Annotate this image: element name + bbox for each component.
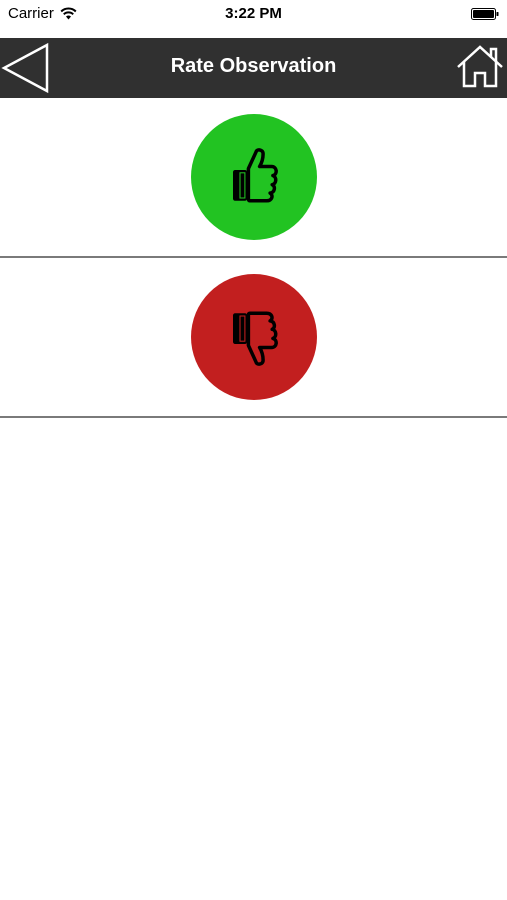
navigation-bar: Rate Observation <box>0 38 507 98</box>
rating-row-thumbs-down <box>0 258 507 418</box>
thumbs-down-icon <box>232 311 278 366</box>
thumbs-down-button[interactable] <box>190 274 317 400</box>
rating-row-thumbs-up <box>0 98 507 258</box>
status-time: 3:22 PM <box>225 5 282 22</box>
home-icon <box>457 45 503 88</box>
status-bar: Carrier 3:22 PM <box>0 0 507 38</box>
thumbs-up-button[interactable] <box>190 114 317 240</box>
thumbs-up-icon <box>232 148 278 203</box>
page-title: Rate Observation <box>170 55 337 77</box>
home-button[interactable] <box>455 42 505 94</box>
battery-icon <box>471 8 499 20</box>
